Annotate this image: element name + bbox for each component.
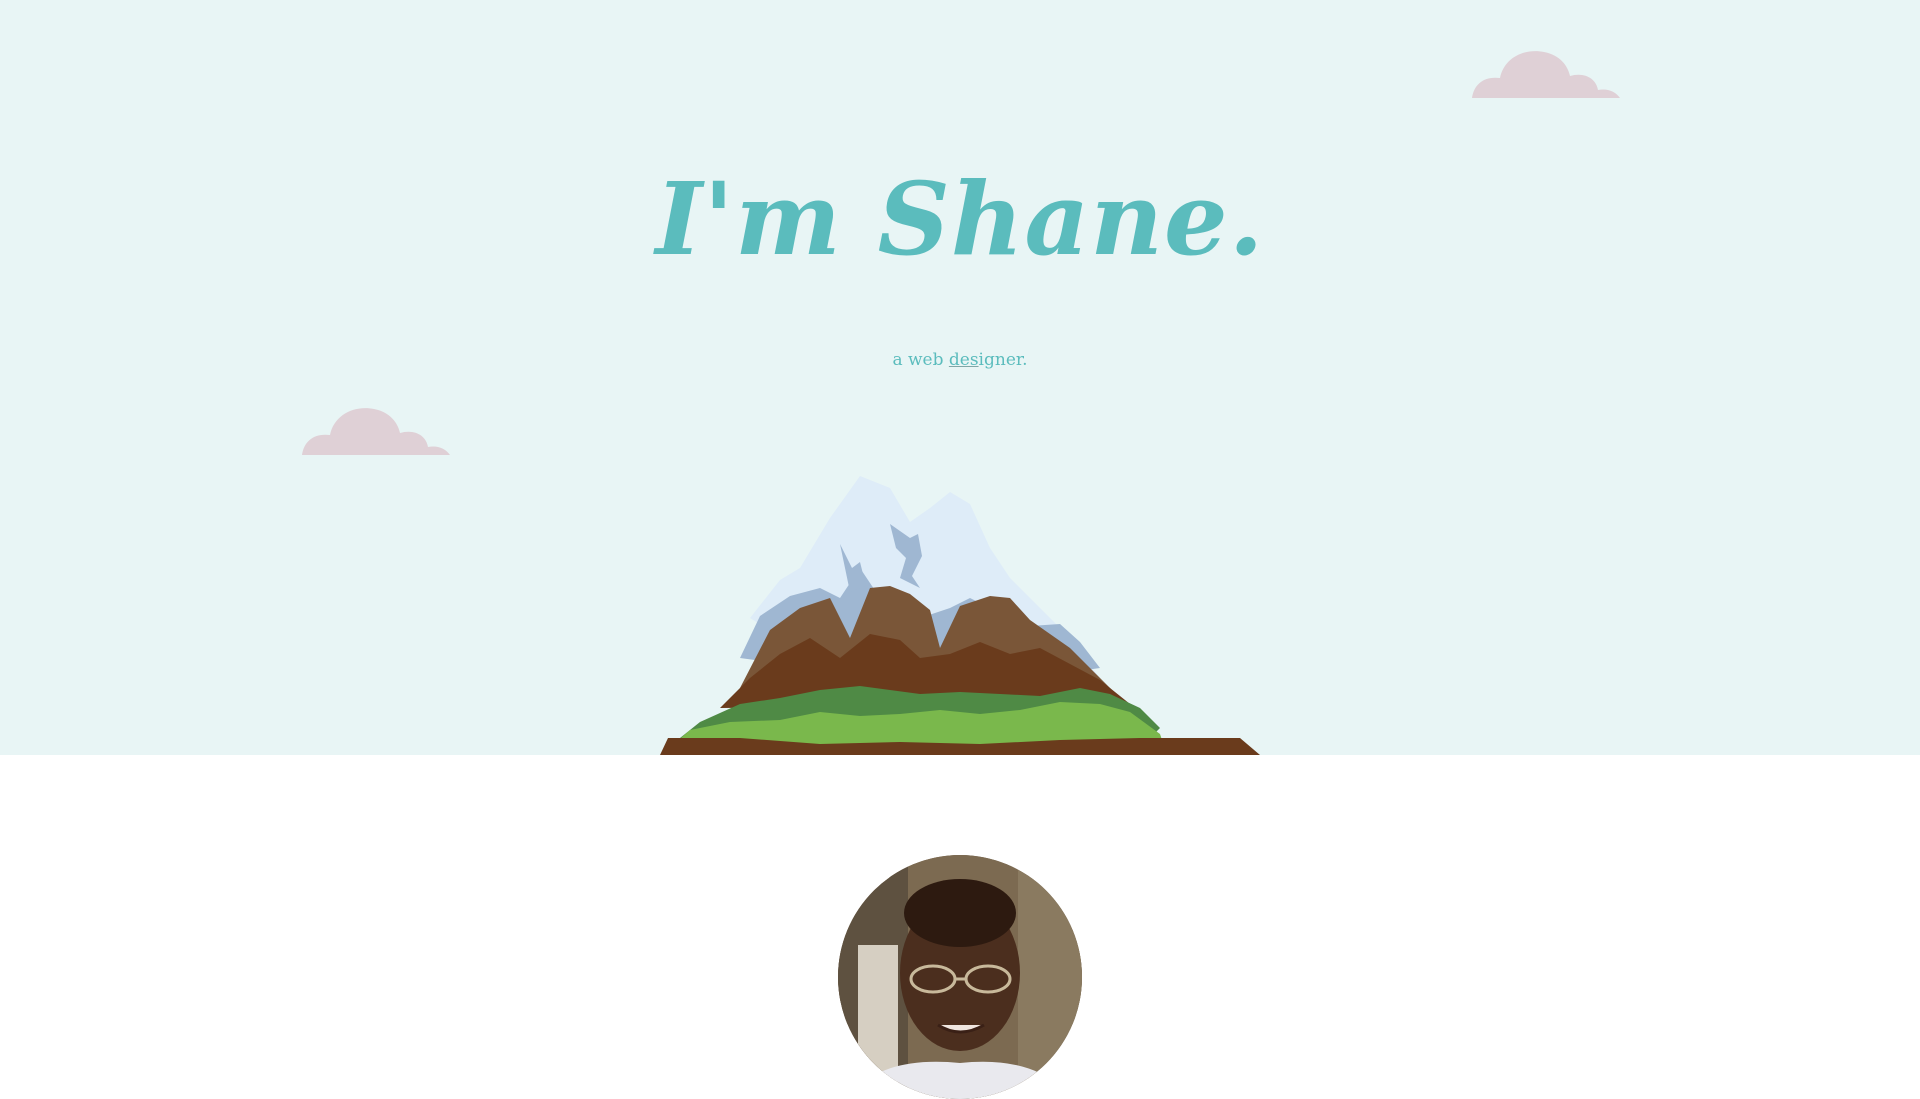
tagline-underlined: des xyxy=(948,350,979,370)
cloud-icon xyxy=(302,408,450,455)
mountain-illustration xyxy=(660,476,1260,755)
page-title: I'm Shane. xyxy=(655,160,1265,278)
cloud-icon xyxy=(1472,51,1620,98)
tagline-prefix: a web xyxy=(892,350,949,370)
avatar xyxy=(838,855,1082,1099)
tagline-suffix: igner. xyxy=(978,350,1028,370)
hero-section: I'm Shane. a web designer. xyxy=(0,0,1920,755)
avatar-photo-icon xyxy=(838,855,1082,1099)
tagline: a web designer. xyxy=(0,350,1920,370)
